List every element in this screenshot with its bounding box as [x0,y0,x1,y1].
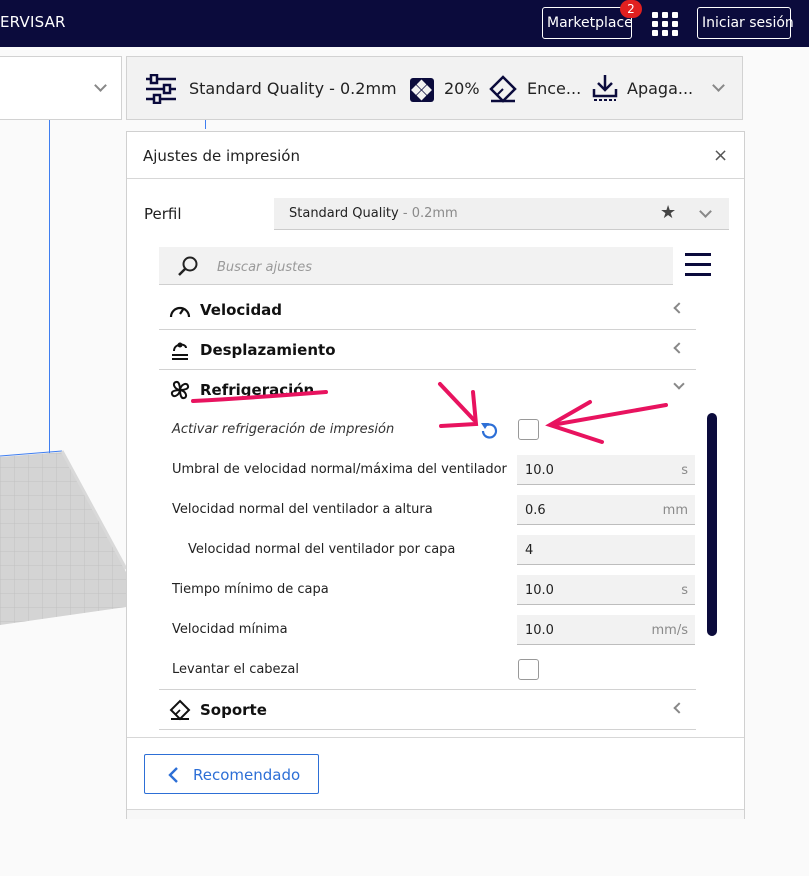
fan-icon [170,380,190,400]
travel-icon [172,342,188,360]
infill-icon [410,78,434,102]
star-icon[interactable]: ★ [660,202,676,223]
recommended-label: Recomendado [193,766,301,784]
lift-head-checkbox[interactable] [518,659,539,680]
recommended-button[interactable]: Recomendado [144,754,319,794]
support-summary: Ence... [527,79,582,98]
close-icon[interactable]: × [713,145,728,166]
category-cooling[interactable]: Refrigeración [159,370,696,410]
category-support[interactable]: Soporte [159,690,696,730]
category-label: Velocidad [200,301,283,319]
field-value: 0.6 [525,503,546,518]
cooling-checkbox[interactable] [518,419,539,440]
apps-grid-icon[interactable] [652,12,678,36]
profile-name: Standard Quality [289,206,399,221]
speedometer-icon [169,306,191,318]
search-placeholder: Buscar ajustes [217,260,312,275]
setting-label: Velocidad normal del ventilador por capa [188,542,456,557]
setting-label: Activar refrigeración de impresión [172,422,395,437]
search-icon [178,256,198,276]
chevron-down-icon [699,205,712,218]
setting-label: Levantar el cabezal [172,662,299,677]
chevron-left-icon [673,342,685,354]
setting-label: Tiempo mínimo de capa [172,582,329,597]
fan-height-input[interactable]: 0.6 mm [517,495,695,525]
marketplace-button[interactable]: Marketplace [542,7,633,39]
min-speed-input[interactable]: 10.0 mm/s [517,615,695,645]
profile-summary: Standard Quality - 0.2mm [189,79,397,98]
setting-fan-layer: Velocidad normal del ventilador por capa… [159,530,696,570]
print-settings-panel: Ajustes de impresión × Perfil Standard Q… [126,131,745,819]
reset-icon[interactable] [479,420,499,440]
marketplace-badge: 2 [620,0,642,18]
panel-header: Ajustes de impresión × [127,132,744,179]
adhesion-icon [592,75,618,101]
search-input[interactable]: Buscar ajustes [159,247,673,285]
field-unit: mm [662,503,688,518]
fan-layer-input[interactable]: 4 [517,535,695,565]
sign-in-button[interactable]: Iniciar sesión [697,7,794,39]
field-value: 10.0 [525,583,554,598]
field-unit: s [681,463,688,478]
setting-label: Velocidad mínima [172,622,288,637]
category-label: Refrigeración [200,381,315,399]
stage-tab-preview[interactable]: ERVISAR [0,13,66,31]
profile-layer-height: - 0.2mm [398,206,458,221]
chevron-left-icon [673,302,685,314]
profile-select[interactable]: Standard Quality - 0.2mm ★ [274,198,729,230]
min-layer-time-input[interactable]: 10.0 s [517,575,695,605]
setting-min-layer-time: Tiempo mínimo de capa 10.0 s [159,570,696,610]
field-value: 4 [525,543,534,558]
setting-lift-head: Levantar el cabezal [159,650,696,690]
sliders-icon [146,74,176,104]
top-bar: ERVISAR Marketplace 2 Iniciar sesión [0,0,809,47]
setting-min-speed: Velocidad mínima 10.0 mm/s [159,610,696,650]
setting-fan-speed-threshold: Umbral de velocidad normal/máxima del ve… [159,450,696,490]
divider [127,737,744,738]
field-value: 10.0 [525,623,554,638]
setting-fan-height: Velocidad normal del ventilador a altura… [159,490,696,530]
chevron-left-icon [673,702,685,714]
chevron-down-icon [673,378,685,390]
setting-enable-cooling: Activar refrigeración de impresión [159,410,696,450]
support-icon [489,75,517,103]
resize-handle[interactable] [127,809,744,819]
field-unit: mm/s [651,623,688,638]
settings-scrollbar[interactable] [707,413,717,636]
category-label: Desplazamiento [200,341,336,359]
chevron-down-icon [94,79,107,92]
panel-title: Ajustes de impresión [143,147,300,165]
chevron-left-icon [168,767,178,783]
setting-label: Umbral de velocidad normal/máxima del ve… [172,462,507,477]
infill-summary: 20% [444,79,480,98]
chevron-down-icon [712,79,725,92]
profile-label: Perfil [144,205,182,223]
support-icon [169,699,191,721]
field-unit: s [681,583,688,598]
setting-label: Velocidad normal del ventilador a altura [172,502,433,517]
settings-menu-icon[interactable] [685,253,711,277]
category-speed[interactable]: Velocidad [159,290,696,330]
fan-threshold-input[interactable]: 10.0 s [517,455,695,485]
category-travel[interactable]: Desplazamiento [159,330,696,370]
machine-selector[interactable] [0,56,122,120]
category-label: Soporte [200,701,267,719]
field-value: 10.0 [525,463,554,478]
print-setup-bar[interactable]: Standard Quality - 0.2mm 20% Ence... Apa… [126,56,743,120]
adhesion-summary: Apaga... [627,79,694,98]
